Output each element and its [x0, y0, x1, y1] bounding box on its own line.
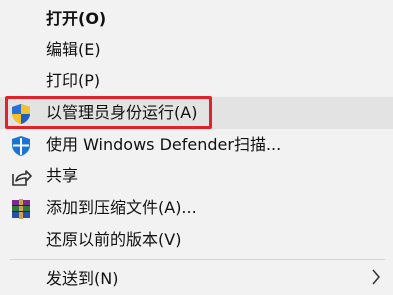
- menu-item-label: 编辑(E): [46, 40, 101, 59]
- winrar-icon: [10, 198, 32, 220]
- menu-item-print[interactable]: 打印(P): [0, 65, 393, 97]
- menu-item-label: 添加到压缩文件(A)...: [46, 198, 197, 217]
- share-icon: [10, 166, 32, 188]
- chevron-right-icon: [371, 268, 381, 290]
- defender-shield-icon: [10, 135, 32, 157]
- annotation-red-box: [5, 96, 212, 129]
- menu-item-label: 打印(P): [46, 71, 101, 90]
- menu-item-open[interactable]: 打开(O): [0, 3, 393, 35]
- menu-item-restore-previous-versions[interactable]: 还原以前的版本(V): [0, 224, 393, 256]
- menu-item-label: 打开(O): [46, 9, 107, 28]
- menu-item-share[interactable]: 共享: [0, 160, 393, 192]
- menu-separator: [10, 259, 385, 260]
- menu-item-send-to[interactable]: 发送到(N): [0, 263, 393, 295]
- menu-item-label: 发送到(N): [46, 269, 119, 288]
- menu-item-defender-scan[interactable]: 使用 Windows Defender扫描...: [0, 129, 393, 161]
- menu-item-label: 还原以前的版本(V): [46, 230, 182, 249]
- menu-item-edit[interactable]: 编辑(E): [0, 34, 393, 66]
- menu-item-label: 使用 Windows Defender扫描...: [46, 135, 282, 154]
- context-menu: 打开(O) 编辑(E) 打印(P) 以管理员身份运行(A) 使用 Windows…: [0, 0, 393, 295]
- menu-item-label: 共享: [46, 166, 79, 185]
- menu-item-add-to-archive[interactable]: 添加到压缩文件(A)...: [0, 192, 393, 224]
